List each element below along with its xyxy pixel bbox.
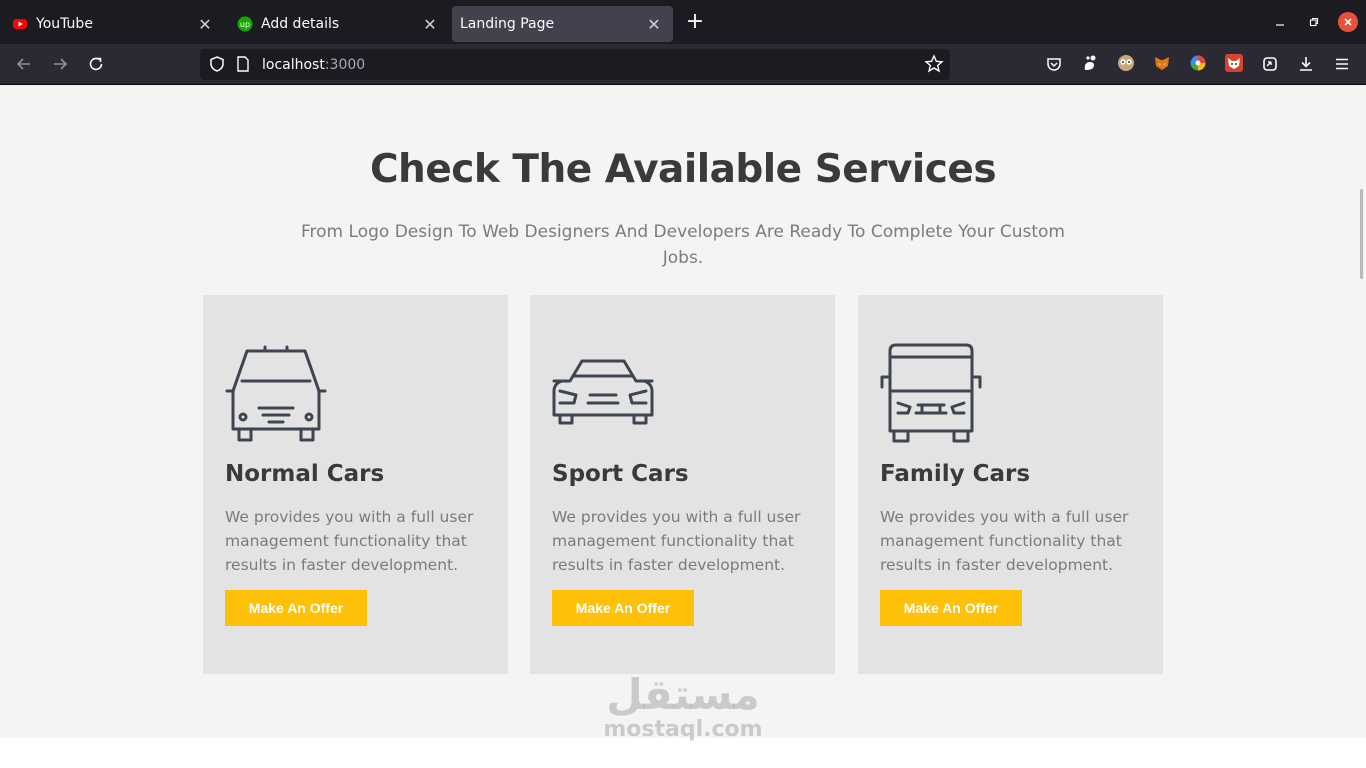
- extension-metamask-icon[interactable]: [1153, 54, 1171, 72]
- bookmark-star-icon[interactable]: [924, 54, 944, 78]
- close-tab-icon[interactable]: ✕: [421, 15, 439, 34]
- service-card-normal-cars: Normal Cars We provides you with a full …: [203, 295, 508, 674]
- close-window-button[interactable]: [1338, 12, 1358, 32]
- watermark-arabic-text: مستقل: [606, 670, 760, 719]
- sync-extension-icon[interactable]: [1260, 54, 1280, 74]
- pocket-icon[interactable]: [1044, 54, 1064, 74]
- services-heading: Check The Available Services: [369, 147, 997, 192]
- close-tab-icon[interactable]: ✕: [645, 15, 663, 34]
- tab-bar: YouTube ✕ up Add details ✕ Landing Page …: [0, 0, 1366, 44]
- card-title: Sport Cars: [552, 461, 689, 487]
- close-tab-icon[interactable]: ✕: [196, 15, 214, 34]
- tab-landing-page[interactable]: Landing Page ✕: [452, 6, 673, 42]
- card-description: We provides you with a full user managem…: [880, 508, 1129, 574]
- services-subheading: From Logo Design To Web Designers And De…: [301, 222, 1065, 268]
- tab-youtube[interactable]: YouTube ✕: [2, 6, 224, 42]
- extension-gnome-icon[interactable]: [1081, 54, 1099, 72]
- sport-car-icon: [552, 343, 654, 445]
- make-offer-button[interactable]: Make An Offer: [225, 590, 367, 626]
- watermark-latin-text: mostaql.com: [603, 717, 763, 742]
- upwork-icon: up: [237, 16, 253, 32]
- navigation-toolbar: localhost:3000: [0, 44, 1366, 85]
- shield-icon[interactable]: [208, 55, 226, 77]
- url-bar[interactable]: localhost:3000: [200, 49, 950, 80]
- make-offer-button[interactable]: Make An Offer: [552, 590, 694, 626]
- svg-text:up: up: [240, 20, 250, 29]
- van-icon: [880, 343, 982, 445]
- download-icon[interactable]: [1296, 54, 1316, 74]
- services-section: Check The Available Services From Logo D…: [0, 85, 1366, 738]
- card-description: We provides you with a full user managem…: [225, 508, 474, 574]
- page-viewport: Check The Available Services From Logo D…: [0, 85, 1366, 768]
- card-title: Normal Cars: [225, 461, 385, 487]
- forward-button[interactable]: [50, 54, 70, 74]
- page-icon[interactable]: [236, 56, 250, 76]
- minimize-button[interactable]: [1270, 12, 1290, 32]
- extension-colorwheel-icon[interactable]: [1189, 54, 1207, 72]
- restore-button[interactable]: [1304, 12, 1324, 32]
- tab-add-details[interactable]: up Add details ✕: [227, 6, 449, 42]
- mostaql-watermark: مستقل mostaql.com: [598, 672, 768, 742]
- url-host: localhost: [262, 56, 325, 73]
- service-card-family-cars: Family Cars We provides you with a full …: [858, 295, 1163, 674]
- reload-button[interactable]: [86, 54, 106, 74]
- sedan-car-icon: [225, 343, 327, 445]
- back-button[interactable]: [14, 54, 34, 74]
- url-port: :3000: [324, 56, 366, 73]
- youtube-icon: [12, 16, 28, 32]
- scrollbar-thumb[interactable]: [1360, 189, 1363, 279]
- tab-title: YouTube: [36, 16, 93, 32]
- tab-title: Landing Page: [460, 16, 555, 32]
- card-description: We provides you with a full user managem…: [552, 508, 801, 574]
- make-offer-button[interactable]: Make An Offer: [880, 590, 1022, 626]
- extension-fox-icon[interactable]: [1225, 54, 1243, 72]
- extension-owl-icon[interactable]: [1117, 54, 1135, 72]
- service-card-sport-cars: Sport Cars We provides you with a full u…: [530, 295, 835, 674]
- tab-title: Add details: [261, 16, 340, 32]
- card-title: Family Cars: [880, 461, 1031, 487]
- hamburger-menu-icon[interactable]: [1332, 54, 1352, 74]
- new-tab-button[interactable]: +: [682, 10, 708, 36]
